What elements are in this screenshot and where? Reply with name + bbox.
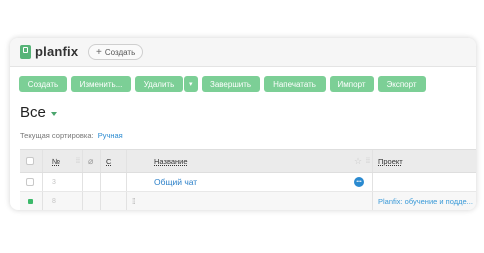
- row-title-link[interactable]: Общий чат: [154, 173, 197, 191]
- print-button[interactable]: Напечатать: [263, 76, 326, 92]
- column-divider: [372, 192, 373, 210]
- header-project-label: Проект: [378, 156, 403, 166]
- column-divider: [126, 173, 127, 191]
- row-checkbox[interactable]: [26, 173, 34, 191]
- sorting-info: Текущая сортировка: Ручная: [20, 131, 123, 140]
- column-divider: [82, 173, 83, 191]
- complete-button[interactable]: Завершить: [201, 76, 260, 92]
- column-divider: [100, 150, 101, 172]
- view-selector[interactable]: Все: [20, 104, 57, 121]
- view-title: Все: [20, 104, 46, 121]
- chevron-down-icon: [50, 112, 57, 116]
- planfix-logo-icon: [20, 44, 31, 59]
- header-number-label: №: [52, 156, 61, 166]
- table-header: № ⁞⁞ ⌀ С Название ☆ ⁞⁞ Проект: [20, 149, 476, 173]
- logo-text: planfix: [35, 44, 79, 59]
- import-button[interactable]: Импорт: [329, 76, 374, 92]
- column-divider: [126, 192, 127, 210]
- planfix-logo[interactable]: planfix: [20, 44, 78, 59]
- plus-icon: +: [96, 46, 102, 58]
- column-divider: [42, 150, 43, 172]
- create-new-label: Создать: [104, 47, 136, 57]
- create-new-button[interactable]: + Создать: [88, 44, 144, 60]
- chat-icon[interactable]: •••: [354, 173, 364, 191]
- task-table: № ⁞⁞ ⌀ С Название ☆ ⁞⁞ Проект 3 Общий ча…: [20, 149, 476, 210]
- header-number[interactable]: №: [52, 150, 60, 172]
- checkbox-icon: [26, 178, 34, 186]
- export-button[interactable]: Экспорт: [377, 76, 426, 92]
- delete-dropdown-toggle[interactable]: ▾: [184, 76, 198, 92]
- sorting-value-link[interactable]: Ручная: [98, 131, 123, 140]
- column-divider: [100, 173, 101, 191]
- header-column-c[interactable]: С: [106, 150, 111, 172]
- select-all-checkbox[interactable]: [26, 150, 34, 172]
- action-toolbar: Создать Изменить... Удалить ▾ Завершить …: [19, 76, 426, 92]
- delete-button-group: Удалить ▾: [135, 76, 198, 92]
- column-divider: [372, 173, 373, 191]
- row-status-indicator: [28, 192, 33, 210]
- column-divider: [372, 150, 373, 172]
- favorite-star-icon[interactable]: ☆: [354, 150, 362, 172]
- column-drag-icon[interactable]: ⁞⁞: [76, 150, 80, 172]
- column-divider: [82, 192, 83, 210]
- drag-handle-icon[interactable]: ⁞⁞: [132, 192, 136, 210]
- row-number: 8: [52, 197, 56, 205]
- column-divider: [100, 192, 101, 210]
- create-button[interactable]: Создать: [19, 76, 67, 92]
- column-drag-icon[interactable]: ⁞⁞: [366, 150, 370, 172]
- app-window: planfix + Создать Создать Изменить... Уд…: [10, 38, 476, 210]
- column-divider: [42, 192, 43, 210]
- table-row[interactable]: 8 ⁞⁞ Planfix: обучение и подде...: [20, 192, 476, 210]
- column-divider: [126, 150, 127, 172]
- header-project[interactable]: Проект: [378, 150, 403, 172]
- edit-button[interactable]: Изменить...: [71, 76, 131, 92]
- column-divider: [42, 173, 43, 191]
- top-bar: planfix + Создать: [10, 38, 476, 67]
- sorting-label: Текущая сортировка:: [20, 131, 94, 140]
- status-dot-icon: [28, 198, 33, 204]
- row-project-link[interactable]: Planfix: обучение и подде...: [378, 192, 473, 210]
- column-divider: [82, 150, 83, 172]
- row-number: 3: [52, 178, 56, 186]
- table-row[interactable]: 3 Общий чат •••: [20, 173, 476, 192]
- delete-button[interactable]: Удалить: [135, 76, 183, 92]
- checkbox-icon: [26, 157, 34, 165]
- header-name[interactable]: Название: [154, 150, 188, 172]
- header-column-c-label: С: [106, 156, 112, 166]
- attachment-icon: ⌀: [88, 155, 94, 166]
- header-name-label: Название: [154, 156, 188, 166]
